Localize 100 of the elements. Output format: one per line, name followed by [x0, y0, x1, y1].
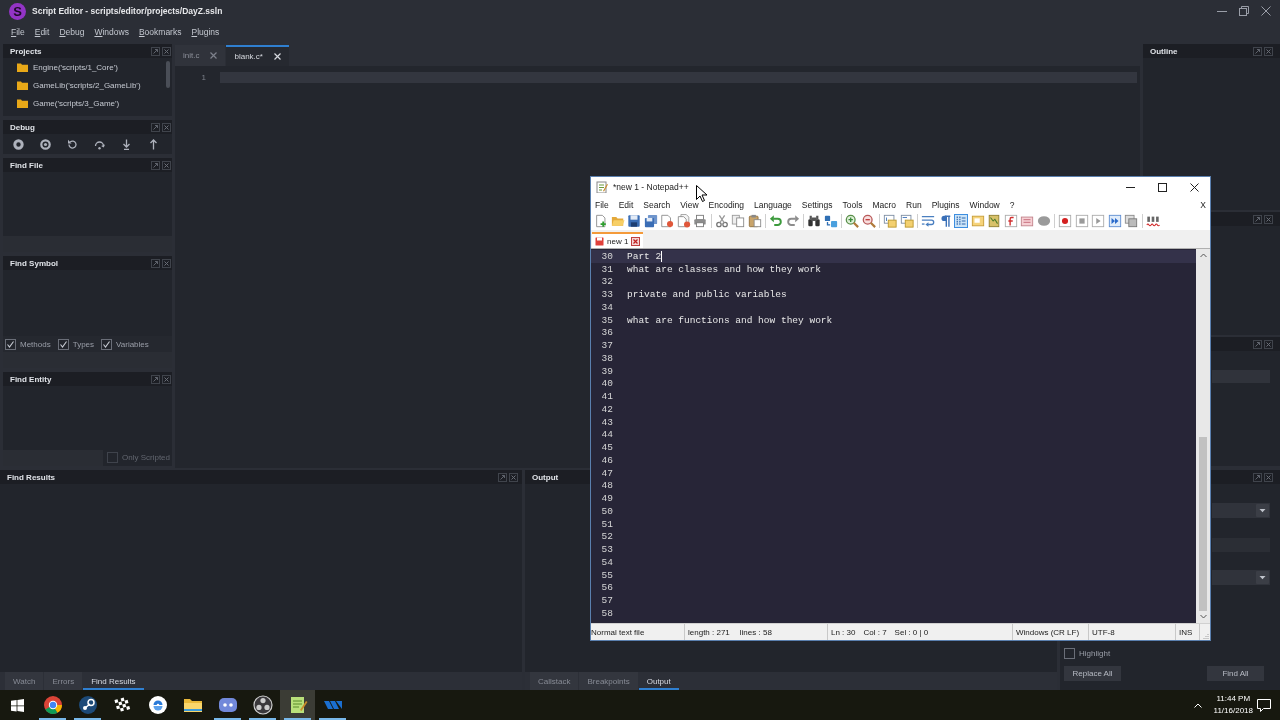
- clock-date[interactable]: 11/16/2018: [1213, 705, 1253, 717]
- wrap-icon[interactable]: [921, 214, 936, 228]
- tab[interactable]: Breakpoints: [579, 672, 638, 690]
- close-document-button[interactable]: X: [1200, 199, 1206, 210]
- menu-item[interactable]: File: [11, 27, 25, 37]
- window-sync-icon[interactable]: [899, 214, 914, 228]
- note-icon[interactable]: [970, 214, 985, 228]
- tab[interactable]: Watch: [5, 672, 44, 690]
- step-out-icon[interactable]: [148, 138, 159, 150]
- restore-icon[interactable]: [1239, 6, 1249, 16]
- menu-item[interactable]: ?: [1009, 199, 1015, 210]
- menu-item[interactable]: Encoding: [708, 199, 745, 210]
- menu-item[interactable]: File: [595, 199, 609, 210]
- undo-icon[interactable]: [769, 214, 784, 228]
- checkbox[interactable]: [5, 338, 16, 350]
- spellcheck-icon[interactable]: [1145, 214, 1160, 228]
- menu-item[interactable]: Settings: [801, 199, 833, 210]
- printer-icon[interactable]: [693, 214, 708, 228]
- checkbox[interactable]: [1064, 648, 1075, 659]
- taskbar-button[interactable]: [280, 690, 315, 720]
- list-box-icon[interactable]: [1020, 214, 1035, 228]
- menu-item[interactable]: Search: [643, 199, 671, 210]
- tab[interactable]: Callstack: [530, 672, 579, 690]
- menu-item[interactable]: Bookmarks: [138, 27, 182, 37]
- record-icon[interactable]: [1058, 214, 1073, 228]
- close-icon[interactable]: [1190, 182, 1199, 192]
- input-field[interactable]: [1212, 370, 1270, 383]
- tab[interactable]: new 1: [592, 232, 644, 248]
- notification-icon[interactable]: [1257, 698, 1271, 712]
- menu-item[interactable]: Debug: [59, 27, 85, 37]
- text-editor[interactable]: 30 Part 2 31 what are classes and how they work 32 33 private and public variables 34 35 what are functions and how they work 36 37 38 39 40 41 42 43 44 45 46 47 48 49 50 51 52 53 54 55 56 57 58: [591, 249, 1210, 623]
- menu-item[interactable]: View: [680, 199, 699, 210]
- play-icon[interactable]: [1091, 214, 1106, 228]
- menu-item[interactable]: Window: [969, 199, 1000, 210]
- zoom-in-icon[interactable]: [845, 214, 860, 228]
- checkbox[interactable]: [57, 338, 69, 350]
- float-icon[interactable]: [151, 258, 160, 268]
- close-icon[interactable]: [631, 236, 641, 246]
- tab[interactable]: blank.c*: [226, 45, 289, 66]
- menu-item[interactable]: Edit: [34, 27, 50, 37]
- chevron-up-icon[interactable]: [1193, 702, 1202, 708]
- step-into-icon[interactable]: [121, 138, 132, 150]
- copy-icon[interactable]: [731, 214, 746, 228]
- step-over-icon[interactable]: [94, 138, 105, 150]
- fast-forward-icon[interactable]: [1107, 214, 1122, 228]
- page-cross-icon[interactable]: [660, 214, 675, 228]
- float-icon[interactable]: [1253, 214, 1262, 224]
- pages-cross-icon[interactable]: [676, 214, 691, 228]
- window-sync-icon[interactable]: [883, 214, 898, 228]
- float-icon[interactable]: [498, 472, 507, 482]
- piston-circle-icon[interactable]: [77, 695, 98, 715]
- scroll-down-icon[interactable]: [1199, 615, 1207, 619]
- clock-time[interactable]: 11:44 PM: [1216, 693, 1251, 705]
- clipboard-icon[interactable]: [747, 214, 762, 228]
- restart-icon[interactable]: [67, 138, 78, 150]
- replace-icon[interactable]: [823, 214, 838, 228]
- window-stack-icon[interactable]: [1124, 214, 1139, 228]
- project-item[interactable]: Engine('scripts/1_Core'): [17, 58, 118, 76]
- scrollbar-thumb[interactable]: [166, 61, 170, 88]
- controller-face-icon[interactable]: [217, 695, 238, 715]
- indent-guide-icon[interactable]: [954, 214, 969, 228]
- scissors-icon[interactable]: [714, 214, 729, 228]
- menu-item[interactable]: Windows: [94, 27, 129, 37]
- floppy-disks-icon[interactable]: [643, 214, 658, 228]
- menu-item[interactable]: Plugins: [931, 199, 960, 210]
- scrollbar[interactable]: [1196, 249, 1210, 623]
- checkbox[interactable]: [101, 338, 113, 350]
- swirl-circle-icon[interactable]: [147, 695, 168, 715]
- circle-stop-icon[interactable]: [40, 138, 51, 150]
- project-item[interactable]: GameLib('scripts/2_GameLib'): [17, 76, 141, 94]
- scrollbar-thumb[interactable]: [1199, 437, 1207, 611]
- tab[interactable]: Errors: [44, 672, 83, 690]
- float-icon[interactable]: [1253, 46, 1262, 56]
- scroll-up-icon[interactable]: [1199, 253, 1207, 257]
- float-icon[interactable]: [151, 374, 160, 384]
- float-icon[interactable]: [1253, 472, 1262, 482]
- resize-grip-icon[interactable]: [1203, 633, 1209, 639]
- zoom-out-icon[interactable]: [861, 214, 876, 228]
- binoculars-icon[interactable]: [807, 214, 822, 228]
- function-icon[interactable]: [1003, 214, 1018, 228]
- float-icon[interactable]: [151, 122, 160, 132]
- float-icon[interactable]: [151, 160, 160, 170]
- menu-item[interactable]: Tools: [842, 199, 863, 210]
- menu-item[interactable]: Plugins: [191, 27, 220, 37]
- replace-all-button[interactable]: Replace All: [1064, 666, 1121, 681]
- map-icon[interactable]: [987, 214, 1002, 228]
- maximize-icon[interactable]: [1158, 182, 1167, 192]
- three-dot-circle-icon[interactable]: [252, 695, 273, 715]
- menu-item[interactable]: Edit: [618, 199, 634, 210]
- circle-dot-icon[interactable]: [13, 138, 24, 150]
- menu-item[interactable]: Language: [754, 199, 792, 210]
- find-all-button[interactable]: Find All: [1207, 666, 1264, 681]
- segmented-circle-icon[interactable]: [42, 695, 63, 715]
- menu-item[interactable]: Macro: [872, 199, 897, 210]
- menu-item[interactable]: Run: [906, 199, 922, 210]
- page-plus-icon[interactable]: [594, 214, 609, 228]
- stop-icon[interactable]: [1074, 214, 1089, 228]
- input-field[interactable]: [1212, 538, 1270, 552]
- project-item[interactable]: Game('scripts/3_Game'): [17, 94, 120, 112]
- start-icon[interactable]: [11, 698, 24, 712]
